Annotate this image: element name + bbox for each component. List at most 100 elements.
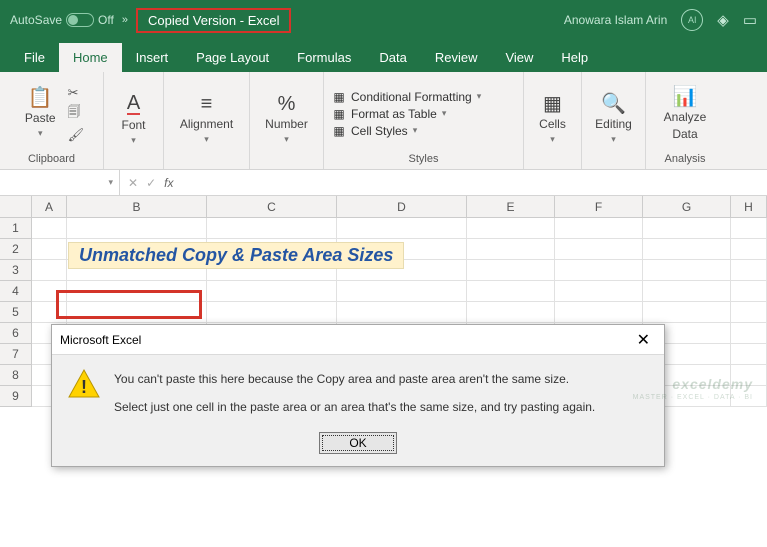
row-header-3[interactable]: 3 (0, 260, 32, 281)
cell-styles-button[interactable]: ▦Cell Styles ▾ (332, 124, 481, 138)
name-box[interactable]: ▾ (0, 170, 120, 195)
cell-E4[interactable] (467, 281, 555, 302)
cell-A1[interactable] (32, 218, 67, 239)
row-header-7[interactable]: 7 (0, 344, 32, 365)
styles-group-label: Styles (409, 151, 439, 167)
clipboard-icon: 📋 (28, 88, 53, 108)
column-header-D[interactable]: D (337, 196, 467, 217)
cell-G2[interactable] (643, 239, 731, 260)
clipboard-group-label: Clipboard (28, 151, 75, 167)
cell-H5[interactable] (731, 302, 767, 323)
number-button[interactable]: %Number▾ (259, 90, 314, 149)
column-header-G[interactable]: G (643, 196, 731, 217)
cell-H7[interactable] (731, 344, 767, 365)
font-button[interactable]: AFont▾ (115, 89, 151, 150)
copy-icon[interactable]: 🗐 (68, 103, 85, 125)
column-header-E[interactable]: E (467, 196, 555, 217)
column-header-F[interactable]: F (555, 196, 643, 217)
format-as-table-button[interactable]: ▦Format as Table ▾ (332, 107, 481, 121)
close-icon[interactable]: ✕ (631, 330, 656, 350)
tab-view[interactable]: View (491, 43, 547, 72)
cell-H2[interactable] (731, 239, 767, 260)
tab-page-layout[interactable]: Page Layout (182, 43, 283, 72)
select-all-corner[interactable] (0, 196, 32, 217)
column-header-A[interactable]: A (32, 196, 67, 217)
row-header-6[interactable]: 6 (0, 323, 32, 344)
enter-formula-icon[interactable]: ✓ (146, 176, 156, 190)
cell-H1[interactable] (731, 218, 767, 239)
analysis-group-label: Analysis (665, 151, 706, 167)
cell-H6[interactable] (731, 323, 767, 344)
avatar[interactable]: AI (681, 9, 703, 31)
cell-E3[interactable] (467, 260, 555, 281)
analyze-data-button[interactable]: 📊AnalyzeData (658, 83, 713, 145)
cell-F1[interactable] (555, 218, 643, 239)
row-header-5[interactable]: 5 (0, 302, 32, 323)
cell-styles-icon: ▦ (332, 124, 346, 138)
row-header-9[interactable]: 9 (0, 386, 32, 407)
autosave-label: AutoSave (10, 13, 62, 27)
autosave-toggle[interactable]: AutoSave Off (10, 13, 114, 27)
cell-F5[interactable] (555, 302, 643, 323)
cell-A2[interactable] (32, 239, 67, 260)
watermark-sub: MASTER · EXCEL · DATA · BI (633, 394, 753, 401)
cut-icon[interactable]: ✂ (68, 85, 85, 101)
error-dialog: Microsoft Excel ✕ ! You can't paste this… (51, 324, 665, 467)
format-painter-icon[interactable]: 🖌 (68, 127, 85, 143)
toggle-off-icon (66, 13, 94, 27)
tab-home[interactable]: Home (59, 43, 122, 72)
editing-button[interactable]: 🔍Editing▾ (589, 90, 638, 149)
diamond-icon[interactable]: ◈ (717, 11, 729, 29)
formula-bar-input[interactable] (181, 170, 767, 195)
ribbon: 📋 Paste ▾ ✂ 🗐 🖌 Clipboard AFont▾ ≡Alignm… (0, 72, 767, 170)
percent-icon: % (278, 94, 296, 114)
cell-B1[interactable] (67, 218, 207, 239)
cell-E5[interactable] (467, 302, 555, 323)
cells-icon: ▦ (543, 94, 562, 114)
cell-D1[interactable] (337, 218, 467, 239)
paste-button[interactable]: 📋 Paste ▾ (19, 84, 62, 143)
selected-cell-b4-highlight (56, 290, 202, 319)
cell-F2[interactable] (555, 239, 643, 260)
cell-A3[interactable] (32, 260, 67, 281)
alignment-button[interactable]: ≡Alignment▾ (174, 90, 239, 149)
row-header-2[interactable]: 2 (0, 239, 32, 260)
tab-formulas[interactable]: Formulas (283, 43, 365, 72)
cell-C5[interactable] (207, 302, 337, 323)
cells-button[interactable]: ▦Cells▾ (533, 90, 572, 149)
column-header-C[interactable]: C (207, 196, 337, 217)
cell-G1[interactable] (643, 218, 731, 239)
row-header-8[interactable]: 8 (0, 365, 32, 386)
cell-D4[interactable] (337, 281, 467, 302)
cell-C1[interactable] (207, 218, 337, 239)
cell-D5[interactable] (337, 302, 467, 323)
cancel-formula-icon[interactable]: ✕ (128, 176, 138, 190)
tab-insert[interactable]: Insert (122, 43, 183, 72)
quick-access-more-icon[interactable]: » (122, 14, 128, 26)
row-header-4[interactable]: 4 (0, 281, 32, 302)
sheet-heading-cell: Unmatched Copy & Paste Area Sizes (68, 242, 404, 269)
row-header-1[interactable]: 1 (0, 218, 32, 239)
ok-button[interactable]: OK (319, 432, 397, 454)
cell-H3[interactable] (731, 260, 767, 281)
tab-data[interactable]: Data (365, 43, 420, 72)
cell-F3[interactable] (555, 260, 643, 281)
dialog-message-1: You can't paste this here because the Co… (114, 369, 595, 389)
tab-file[interactable]: File (10, 43, 59, 72)
cell-E1[interactable] (467, 218, 555, 239)
tab-help[interactable]: Help (547, 43, 602, 72)
conditional-formatting-button[interactable]: ▦Conditional Formatting ▾ (332, 90, 481, 104)
font-icon: A (127, 93, 140, 115)
fx-icon[interactable]: fx (164, 176, 173, 190)
cell-F4[interactable] (555, 281, 643, 302)
column-header-B[interactable]: B (67, 196, 207, 217)
cell-G3[interactable] (643, 260, 731, 281)
tab-review[interactable]: Review (421, 43, 492, 72)
ribbon-display-icon[interactable]: ▭ (743, 11, 757, 29)
cell-H4[interactable] (731, 281, 767, 302)
cell-C4[interactable] (207, 281, 337, 302)
column-header-H[interactable]: H (731, 196, 767, 217)
cell-G4[interactable] (643, 281, 731, 302)
cell-E2[interactable] (467, 239, 555, 260)
cell-G5[interactable] (643, 302, 731, 323)
